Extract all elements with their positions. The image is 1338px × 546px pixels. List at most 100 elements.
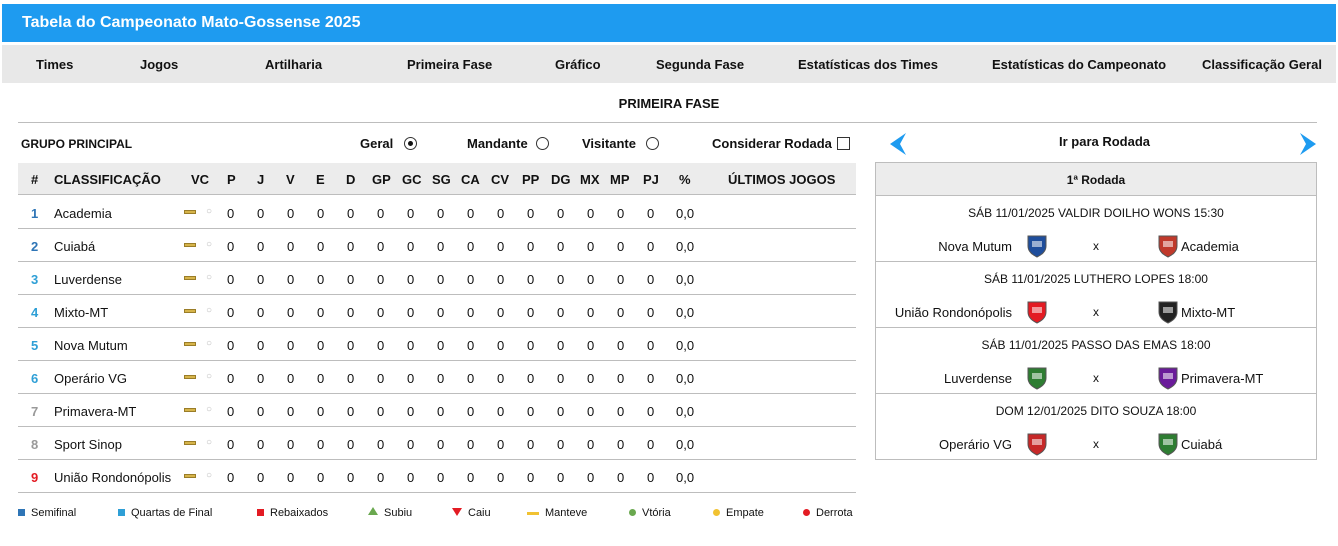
row-stat: 0 [377, 371, 385, 386]
nav-item-segunda-fase[interactable]: Segunda Fase [656, 57, 744, 72]
row-stat: 0 [527, 437, 535, 452]
match-item[interactable]: SÁB 11/01/2025 VALDIR DOILHO WONS 15:30 N… [876, 196, 1316, 262]
row-stat: 0 [647, 404, 655, 419]
row-stat: 0 [287, 470, 295, 485]
row-stat: 0 [497, 338, 505, 353]
nav-item-primeira-fase[interactable]: Primeira Fase [407, 57, 492, 72]
col-header-dg: DG [551, 172, 571, 187]
table-row[interactable]: 8 Sport Sinop ○ 0 0 0 0 0 0 0 0 0 0 0 0 0 0 0 0,0 [18, 427, 856, 460]
col-header-j: J [257, 172, 265, 187]
col-header-e: E [316, 172, 325, 187]
table-row[interactable]: 5 Nova Mutum ○ 0 0 0 0 0 0 0 0 0 0 0 0 0 0 0 0,0 [18, 328, 856, 361]
row-team-name[interactable]: União Rondonópolis [54, 470, 171, 485]
nav-item-classificacao-geral[interactable]: Classificação Geral [1202, 57, 1322, 72]
match-vs: x [1093, 305, 1099, 319]
col-header-v: V [286, 172, 295, 187]
legend-dot-icon [803, 508, 810, 516]
row-stat: 0 [347, 437, 355, 452]
legend-item: Vtória [629, 507, 671, 519]
row-stat: 0 [647, 305, 655, 320]
row-team-name[interactable]: Primavera-MT [54, 404, 136, 419]
row-stat: 0 [647, 371, 655, 386]
nav-item-estatisticas-campeonato[interactable]: Estatísticas do Campeonato [992, 57, 1166, 72]
away-team-crest-icon [1157, 366, 1179, 390]
match-info: SÁB 11/01/2025 LUTHERO LOPES 18:00 [984, 272, 1208, 286]
nav-item-times[interactable]: Times [36, 57, 73, 72]
home-team-crest-icon [1026, 234, 1048, 258]
row-stat: 0 [587, 305, 595, 320]
row-stat: 0 [587, 404, 595, 419]
visitante-radio[interactable] [646, 137, 659, 150]
row-vc-marker: ○ [206, 470, 213, 481]
table-row[interactable]: 2 Cuiabá ○ 0 0 0 0 0 0 0 0 0 0 0 0 0 0 0 0,0 [18, 229, 856, 262]
row-stat: 0 [407, 404, 415, 419]
considerar-rodada-checkbox[interactable] [837, 137, 850, 150]
legend-dot-icon [629, 508, 636, 516]
row-stat: 0 [437, 305, 445, 320]
table-row[interactable]: 9 União Rondonópolis ○ 0 0 0 0 0 0 0 0 0 0 0 0 0 0 0 0,0 [18, 460, 856, 493]
row-stat: 0 [467, 272, 475, 287]
trend-steady-icon [184, 474, 196, 478]
row-stat: 0 [467, 338, 475, 353]
row-percent: 0,0 [676, 470, 695, 485]
nav-item-jogos[interactable]: Jogos [140, 57, 178, 72]
row-percent: 0,0 [676, 206, 695, 221]
row-stat: 0 [527, 338, 535, 353]
match-item[interactable]: DOM 12/01/2025 DITO SOUZA 18:00 Operário … [876, 394, 1316, 460]
row-stat: 0 [257, 239, 265, 254]
row-stat: 0 [437, 338, 445, 353]
row-team-name[interactable]: Nova Mutum [54, 338, 128, 353]
nav-item-estatisticas-times[interactable]: Estatísticas dos Times [798, 57, 938, 72]
table-row[interactable]: 7 Primavera-MT ○ 0 0 0 0 0 0 0 0 0 0 0 0 0 0 0 0,0 [18, 394, 856, 427]
row-vc-marker: ○ [206, 404, 213, 415]
row-stat: 0 [437, 371, 445, 386]
trend-steady-icon [184, 309, 196, 313]
row-stat: 0 [287, 338, 295, 353]
table-row[interactable]: 3 Luverdense ○ 0 0 0 0 0 0 0 0 0 0 0 0 0 0 0 0,0 [18, 262, 856, 295]
row-stat: 0 [647, 239, 655, 254]
row-stat: 0 [647, 272, 655, 287]
geral-radio[interactable] [404, 137, 417, 150]
table-row[interactable]: 1 Academia ○ 0 0 0 0 0 0 0 0 0 0 0 0 0 0 0 0,0 [18, 196, 856, 229]
table-row[interactable]: 4 Mixto-MT ○ 0 0 0 0 0 0 0 0 0 0 0 0 0 0 0 0,0 [18, 295, 856, 328]
table-row[interactable]: 6 Operário VG ○ 0 0 0 0 0 0 0 0 0 0 0 0 0 0 0 0,0 [18, 361, 856, 394]
nav-item-grafico[interactable]: Gráfico [555, 57, 601, 72]
previous-round-arrow-icon[interactable] [886, 131, 912, 157]
row-team-name[interactable]: Operário VG [54, 371, 127, 386]
row-stat: 0 [347, 338, 355, 353]
row-stat: 0 [557, 371, 565, 386]
row-stat: 0 [527, 206, 535, 221]
row-vc-marker: ○ [206, 371, 213, 382]
match-vs: x [1093, 437, 1099, 451]
legend-label: Semifinal [31, 507, 77, 519]
group-title: GRUPO PRINCIPAL [21, 137, 133, 151]
legend-item: Semifinal [18, 507, 76, 519]
row-team-name[interactable]: Mixto-MT [54, 305, 108, 320]
next-round-arrow-icon[interactable] [1294, 131, 1320, 157]
row-vc-marker: ○ [206, 437, 213, 448]
row-stat: 0 [287, 371, 295, 386]
match-item[interactable]: SÁB 11/01/2025 PASSO DAS EMAS 18:00 Luver… [876, 328, 1316, 394]
mandante-radio[interactable] [536, 137, 549, 150]
row-stat: 0 [407, 470, 415, 485]
trend-steady-icon [184, 375, 196, 379]
match-info: DOM 12/01/2025 DITO SOUZA 18:00 [995, 404, 1197, 418]
row-team-name[interactable]: Cuiabá [54, 239, 95, 254]
trend-steady-icon [184, 441, 196, 445]
round-label: 1ª Rodada [1066, 173, 1126, 187]
nav-item-artilharia[interactable]: Artilharia [265, 57, 322, 72]
row-stat: 0 [377, 338, 385, 353]
row-stat: 0 [617, 239, 625, 254]
row-team-name[interactable]: Sport Sinop [54, 437, 122, 452]
match-item[interactable]: SÁB 11/01/2025 LUTHERO LOPES 18:00 União … [876, 262, 1316, 328]
row-stat: 0 [647, 338, 655, 353]
row-stat: 0 [227, 371, 235, 386]
goto-round-label[interactable]: Ir para Rodada [1059, 134, 1150, 149]
row-stat: 0 [497, 272, 505, 287]
row-stat: 0 [467, 470, 475, 485]
row-team-name[interactable]: Academia [54, 206, 112, 221]
row-team-name[interactable]: Luverdense [54, 272, 122, 287]
row-stat: 0 [407, 371, 415, 386]
row-stat: 0 [557, 206, 565, 221]
round-panel: 1ª Rodada SÁB 11/01/2025 VALDIR DOILHO W… [875, 162, 1317, 460]
